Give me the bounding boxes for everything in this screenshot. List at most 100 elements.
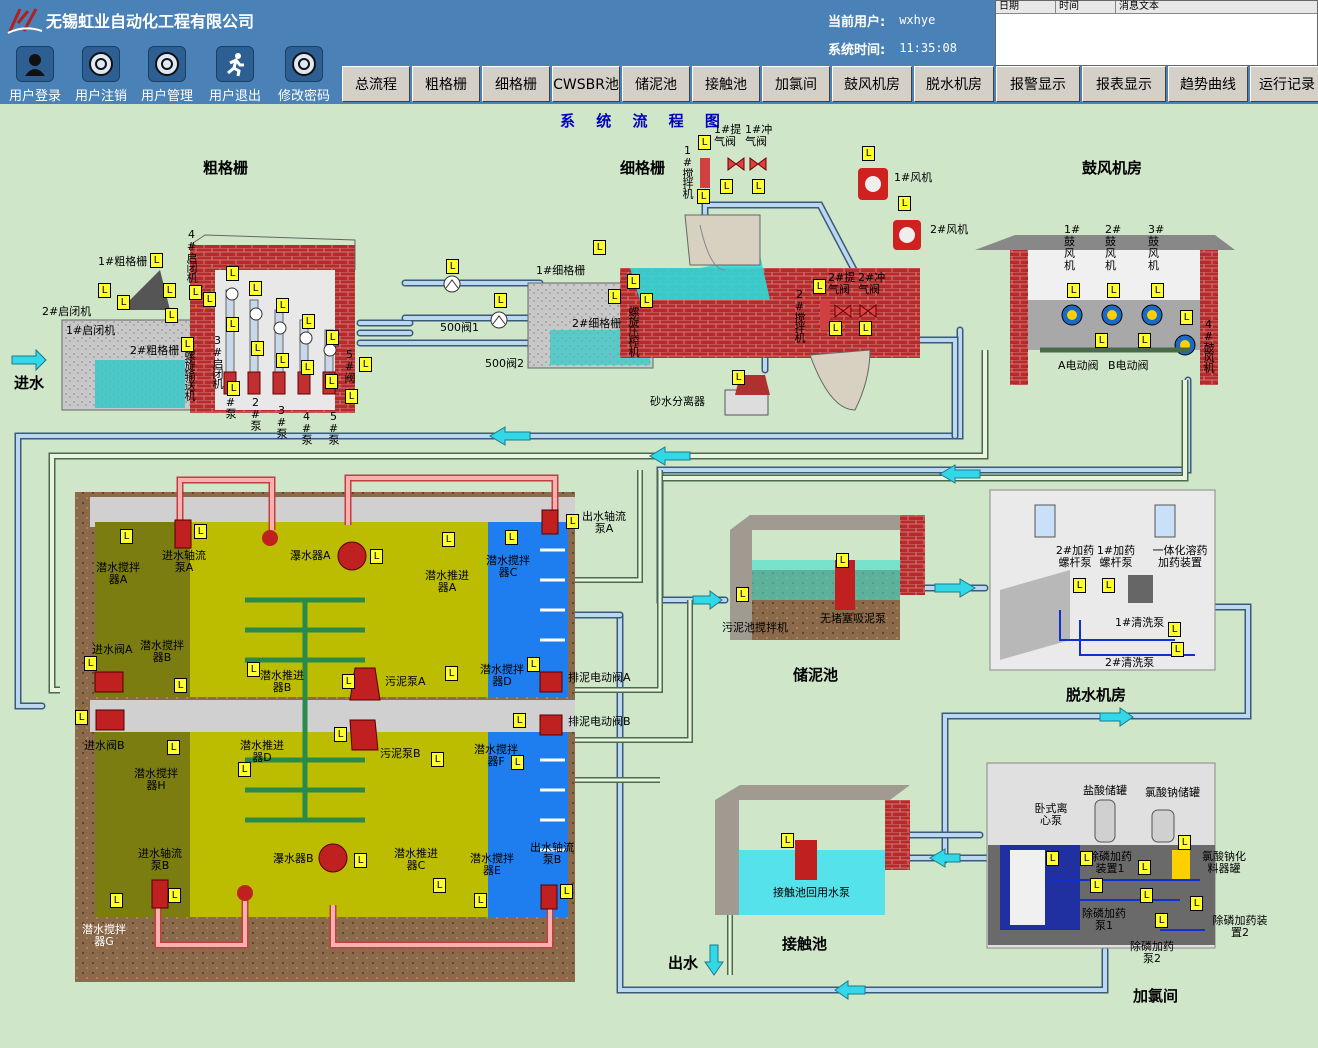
propeller-d-label: 潜水推进器D (240, 739, 284, 764)
air-valve2-label: 2#提气阀 (828, 271, 856, 296)
status-badge[interactable]: L (1190, 896, 1203, 911)
status-badge[interactable]: L (640, 293, 653, 308)
status-badge[interactable]: L (1155, 913, 1168, 928)
status-badge[interactable]: L (120, 529, 133, 544)
status-badge[interactable]: L (1180, 310, 1193, 325)
status-badge[interactable]: L (1107, 283, 1120, 298)
status-badge[interactable]: L (627, 274, 640, 289)
status-badge[interactable]: L (1073, 578, 1086, 593)
status-badge[interactable]: L (474, 893, 487, 908)
status-badge[interactable]: L (1138, 333, 1151, 348)
status-badge[interactable]: L (505, 530, 518, 545)
status-badge[interactable]: L (227, 381, 240, 396)
status-badge[interactable]: L (446, 259, 459, 274)
valve5-label: 5#阀 (343, 348, 356, 382)
status-badge[interactable]: L (203, 292, 216, 307)
coarse-grid-title: 粗格栅 (203, 159, 249, 177)
status-badge[interactable]: L (181, 337, 194, 352)
status-badge[interactable]: L (608, 289, 621, 304)
chlorine-room-title: 加氯间 (1133, 987, 1179, 1005)
status-badge[interactable]: L (1080, 851, 1093, 866)
status-badge[interactable]: L (334, 727, 347, 742)
mixer1-label: 1#搅拌机 (681, 144, 694, 198)
status-badge[interactable]: L (251, 341, 264, 356)
status-badge[interactable]: L (1151, 283, 1164, 298)
status-badge[interactable]: L (370, 549, 383, 564)
status-badge[interactable]: L (276, 353, 289, 368)
status-badge[interactable]: L (566, 514, 579, 529)
status-badge[interactable]: L (75, 710, 88, 725)
status-badge[interactable]: L (194, 524, 207, 539)
sludge-tank-title: 储泥池 (793, 666, 839, 684)
status-badge[interactable]: L (513, 713, 526, 728)
status-badge[interactable]: L (174, 678, 187, 693)
status-badge[interactable]: L (354, 853, 367, 868)
status-badge[interactable]: L (494, 293, 507, 308)
status-badge[interactable]: L (359, 357, 372, 372)
status-badge[interactable]: L (163, 283, 176, 298)
status-badge[interactable]: L (593, 240, 606, 255)
status-badge[interactable]: L (117, 295, 130, 310)
status-badge[interactable]: L (1171, 642, 1184, 657)
status-badge[interactable]: L (167, 740, 180, 755)
status-badge[interactable]: L (1090, 878, 1103, 893)
status-badge[interactable]: L (150, 253, 163, 268)
status-badge[interactable]: L (445, 666, 458, 681)
status-badge[interactable]: L (325, 374, 338, 389)
status-badge[interactable]: L (1067, 283, 1080, 298)
status-badge[interactable]: L (1046, 851, 1059, 866)
status-badge[interactable]: L (697, 189, 710, 204)
status-badge[interactable]: L (247, 662, 260, 677)
status-badge[interactable]: L (813, 279, 826, 294)
fine-grid1-label: 1#细格栅 (536, 264, 586, 277)
status-badge[interactable]: L (431, 752, 444, 767)
status-badge[interactable]: L (1102, 578, 1115, 593)
status-badge[interactable]: L (249, 281, 262, 296)
status-badge[interactable]: L (862, 146, 875, 161)
sub-mixer-e-label: 潜水搅拌器E (470, 852, 514, 877)
status-badge[interactable]: L (276, 298, 289, 313)
valve500-1-label: 500阀1 (440, 321, 479, 334)
sludge-pump-a-label: 污泥泵A (385, 675, 426, 688)
status-badge[interactable]: L (226, 317, 239, 332)
status-badge[interactable]: L (752, 179, 765, 194)
status-badge[interactable]: L (110, 893, 123, 908)
status-badge[interactable]: L (829, 321, 842, 336)
status-badge[interactable]: L (1095, 333, 1108, 348)
status-badge[interactable]: L (836, 553, 849, 568)
status-badge[interactable]: L (698, 135, 711, 150)
status-badge[interactable]: L (527, 657, 540, 672)
status-badge[interactable]: L (898, 196, 911, 211)
status-badge[interactable]: L (1140, 888, 1153, 903)
status-badge[interactable]: L (442, 532, 455, 547)
blower3-label: 3#鼓风机 (1148, 223, 1165, 272)
blower2-label: 2#鼓风机 (1105, 223, 1122, 272)
status-badge[interactable]: L (1178, 835, 1191, 850)
dewater-room-title: 脱水机房 (1066, 686, 1127, 704)
status-badge[interactable]: L (98, 283, 111, 298)
status-badge[interactable]: L (1168, 622, 1181, 637)
status-badge[interactable]: L (301, 360, 314, 375)
wash-pump1-label: 1#清洗泵 (1115, 616, 1165, 629)
status-badge[interactable]: L (560, 884, 573, 899)
status-badge[interactable]: L (345, 389, 358, 404)
status-badge[interactable]: L (433, 878, 446, 893)
status-badge[interactable]: L (720, 179, 733, 194)
gate1-label: 1#启闭机 (66, 324, 116, 337)
status-badge[interactable]: L (226, 266, 239, 281)
status-badge[interactable]: L (302, 314, 315, 329)
status-badge[interactable]: L (84, 656, 97, 671)
status-badge[interactable]: L (168, 888, 181, 903)
status-badge[interactable]: L (189, 285, 202, 300)
status-badge[interactable]: L (165, 308, 178, 323)
status-badge[interactable]: L (342, 674, 355, 689)
status-badge[interactable]: L (238, 762, 251, 777)
status-badge[interactable]: L (511, 755, 524, 770)
status-badge[interactable]: L (732, 370, 745, 385)
status-badge[interactable]: L (1138, 860, 1151, 875)
status-badge[interactable]: L (781, 833, 794, 848)
blower1-label: 1#鼓风机 (1064, 223, 1081, 272)
status-badge[interactable]: L (859, 321, 872, 336)
status-badge[interactable]: L (326, 330, 339, 345)
status-badge[interactable]: L (736, 587, 749, 602)
